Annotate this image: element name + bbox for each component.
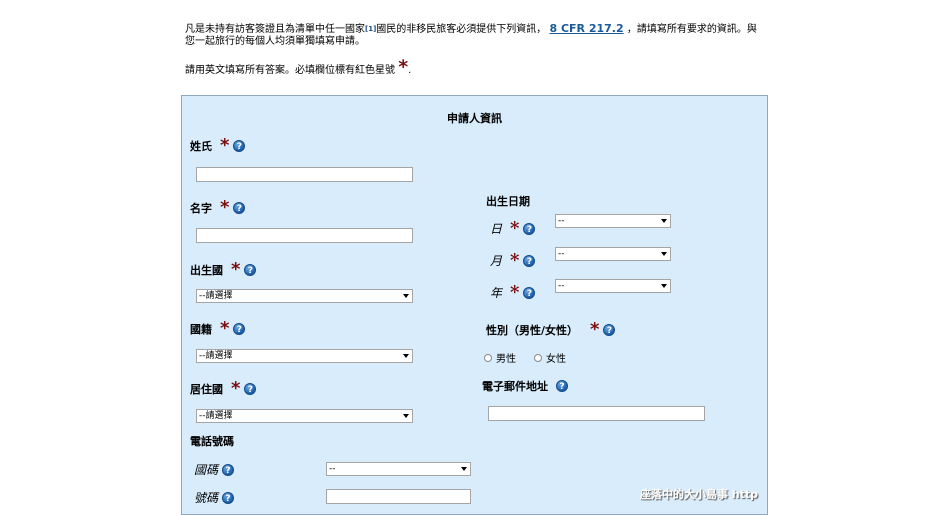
chevron-down-icon xyxy=(403,354,409,358)
required-note: 請用英文填寫所有答案。必填欄位標有紅色星號 *. xyxy=(185,56,412,78)
dob-label: 出生日期 xyxy=(486,195,530,208)
watermark: 座落中的大小島事 http xyxy=(640,488,759,501)
dob-month-select[interactable]: -- xyxy=(555,247,671,261)
residence-country-label: 居住國 *? xyxy=(190,378,257,399)
panel-title: 申請人資訊 xyxy=(447,112,502,125)
help-icon[interactable]: ? xyxy=(523,286,536,299)
email-label: 電子郵件地址? xyxy=(482,378,568,394)
required-star-icon: * xyxy=(590,319,600,340)
footnote-ref[interactable]: [1] xyxy=(365,25,376,33)
gender-male-option[interactable]: 男性 xyxy=(484,350,516,365)
gender-label: 性別（男性/女性） *? xyxy=(486,319,616,340)
phone-country-code-label: 國碼? xyxy=(194,461,235,478)
required-star-icon: * xyxy=(220,318,230,339)
applicant-info-panel: 申請人資訊 姓氏 *? 名字 *? 出生國 *? --請選擇 國籍 *? --請選擇 居… xyxy=(181,95,768,515)
male-radio[interactable] xyxy=(484,353,492,362)
required-star-icon: * xyxy=(510,217,520,239)
help-icon[interactable]: ? xyxy=(523,222,536,235)
gender-female-option[interactable]: 女性 xyxy=(534,350,566,365)
intro-paragraph: 凡是未持有訪客簽證且為清單中任一國家[1]國民的非移民旅客必須提供下列資訊， 8… xyxy=(185,22,757,48)
required-star-icon: * xyxy=(510,281,520,303)
given-name-label: 名字 *? xyxy=(190,197,246,218)
help-icon[interactable]: ? xyxy=(222,491,235,504)
chevron-down-icon xyxy=(461,467,467,471)
help-icon[interactable]: ? xyxy=(523,254,536,267)
help-icon[interactable]: ? xyxy=(556,380,568,392)
help-icon[interactable]: ? xyxy=(233,323,246,335)
chevron-down-icon xyxy=(661,219,667,223)
residence-country-select[interactable]: --請選擇 xyxy=(196,409,413,423)
help-icon[interactable]: ? xyxy=(244,264,257,276)
surname-input[interactable] xyxy=(196,167,413,182)
chevron-down-icon xyxy=(403,294,409,298)
surname-label: 姓氏 *? xyxy=(190,135,246,156)
required-star-icon: * xyxy=(231,378,241,399)
help-icon[interactable]: ? xyxy=(233,202,246,214)
birth-country-label: 出生國 *? xyxy=(190,259,257,280)
chevron-down-icon xyxy=(661,252,667,256)
required-star-icon: * xyxy=(510,249,520,271)
chevron-down-icon xyxy=(661,284,667,288)
help-icon[interactable]: ? xyxy=(244,383,257,395)
female-radio[interactable] xyxy=(534,353,542,362)
dob-year-select[interactable]: -- xyxy=(555,279,671,293)
email-input[interactable] xyxy=(488,406,705,421)
nationality-select[interactable]: --請選擇 xyxy=(196,349,413,363)
dob-day-select[interactable]: -- xyxy=(555,214,671,228)
phone-label: 電話號碼 xyxy=(190,435,234,448)
help-icon[interactable]: ? xyxy=(603,324,616,336)
given-name-input[interactable] xyxy=(196,228,413,243)
phone-number-input[interactable] xyxy=(326,489,471,504)
birth-country-select[interactable]: --請選擇 xyxy=(196,289,413,303)
dob-month-label: 月 *? xyxy=(490,249,536,271)
phone-number-label: 號碼? xyxy=(194,489,235,506)
nationality-label: 國籍 *? xyxy=(190,318,246,339)
chevron-down-icon xyxy=(403,414,409,418)
dob-year-label: 年 *? xyxy=(490,281,536,303)
required-star-icon: * xyxy=(220,135,230,156)
cfr-link[interactable]: 8 CFR 217.2 xyxy=(549,22,623,35)
help-icon[interactable]: ? xyxy=(233,140,246,152)
required-star-icon: * xyxy=(220,197,230,218)
phone-country-code-select[interactable]: -- xyxy=(326,462,471,476)
help-icon[interactable]: ? xyxy=(222,463,235,476)
required-star-icon: * xyxy=(231,259,241,280)
required-star-icon: * xyxy=(398,56,409,78)
dob-day-label: 日 *? xyxy=(490,217,536,239)
